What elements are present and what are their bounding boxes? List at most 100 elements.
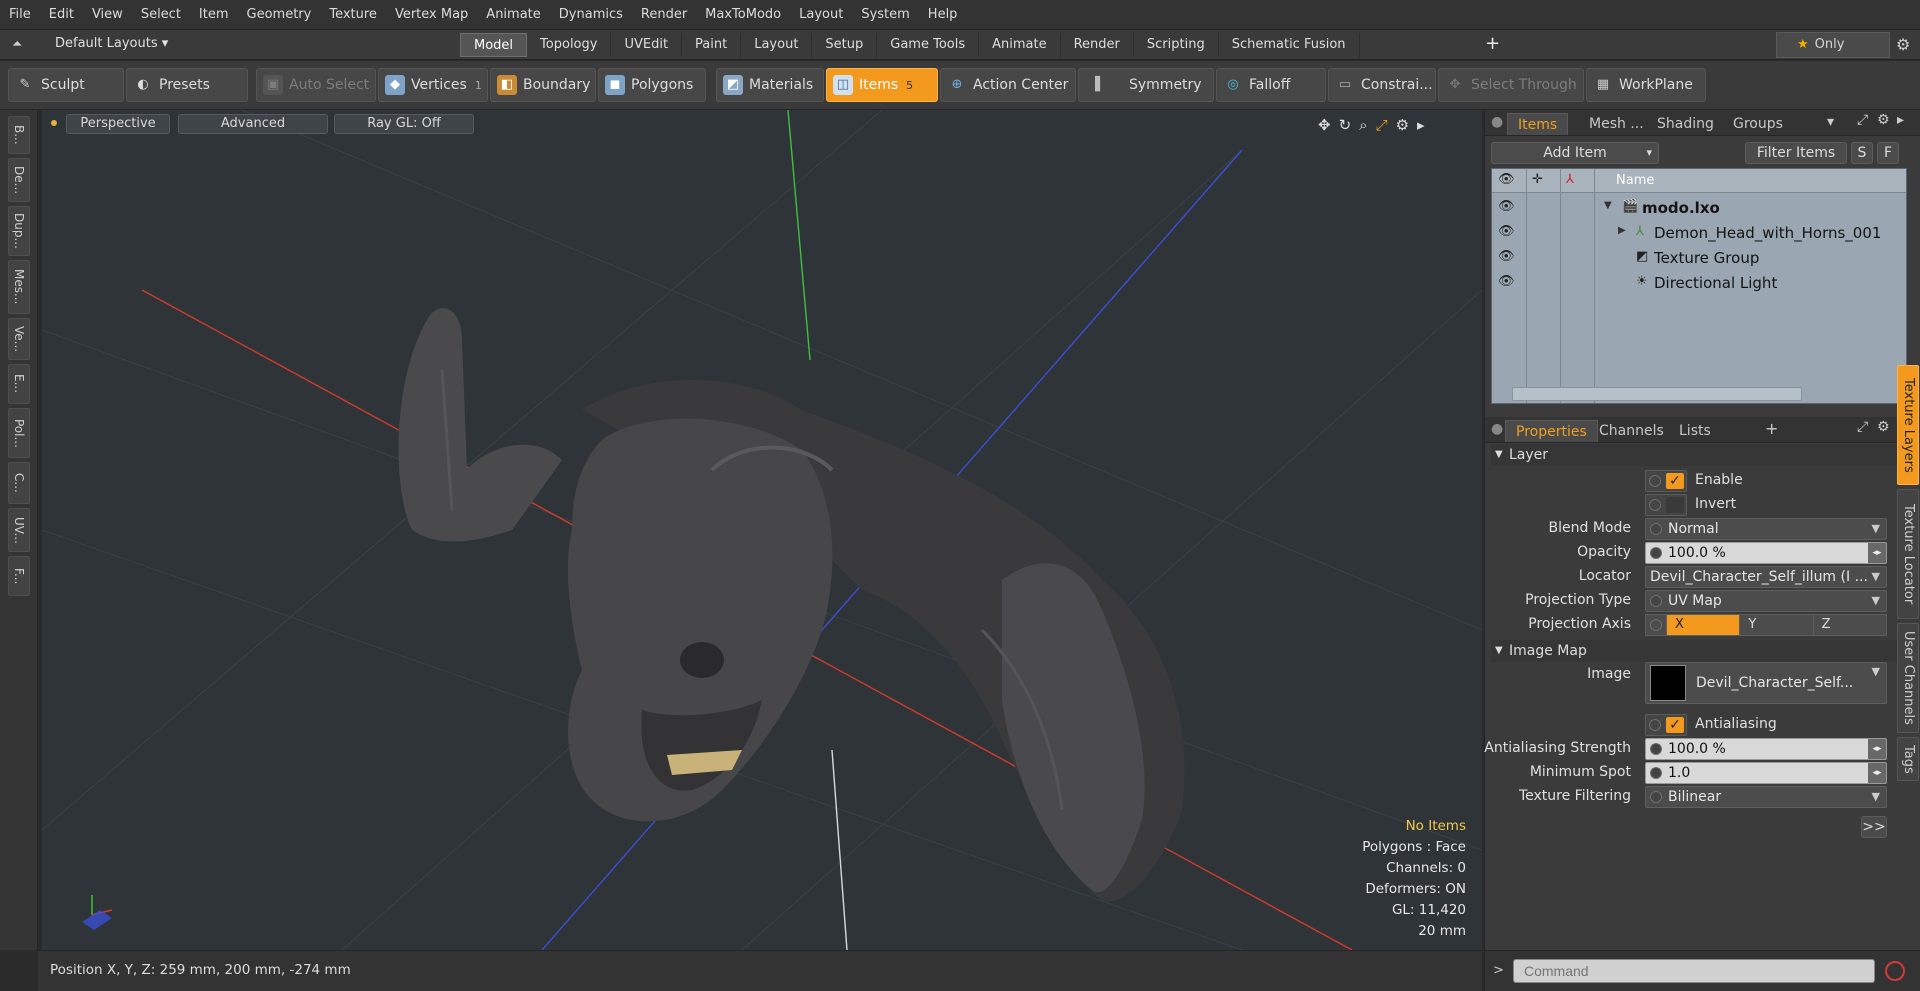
menu-texture[interactable]: Texture <box>320 0 386 30</box>
menu-edit[interactable]: Edit <box>40 0 83 30</box>
gear-icon[interactable]: ⚙ <box>1896 35 1910 54</box>
image-select[interactable]: Devil_Character_Self... ▼ <box>1645 662 1887 704</box>
left-tab-deform[interactable]: De... <box>8 158 30 202</box>
panel-maximize-icon[interactable]: ⤢ <box>1857 112 1868 128</box>
menu-dynamics[interactable]: Dynamics <box>550 0 632 30</box>
panel-options-icon[interactable]: ▸ <box>1897 112 1904 128</box>
visibility-eye-icon[interactable]: 👁 <box>1498 199 1515 214</box>
viewport-menu-arrow-icon[interactable]: ▸ <box>1417 116 1425 134</box>
stepper-icon[interactable]: ◂▸ <box>1868 763 1886 783</box>
left-tab-curve[interactable]: C... <box>8 462 30 504</box>
projection-type-select[interactable]: UV Map ▼ <box>1645 590 1887 612</box>
left-tab-polygon[interactable]: Pol... <box>8 408 30 458</box>
item-row-mesh[interactable]: 👁 ▶ ⅄ Demon_Head_with_Horns_001 <box>1492 220 1906 245</box>
side-tab-texture-locator[interactable]: Texture Locator <box>1897 489 1919 619</box>
left-tab-vertex[interactable]: Ve... <box>8 318 30 360</box>
rotate-icon[interactable]: ↻ <box>1339 116 1352 134</box>
auto-select-button[interactable]: ▣ Auto Select <box>256 68 376 102</box>
blend-mode-select[interactable]: Normal ▼ <box>1645 518 1887 540</box>
materials-button[interactable]: ◩ Materials <box>716 68 824 102</box>
enable-checkbox[interactable]: ✓ <box>1645 470 1687 492</box>
layouts-dropdown[interactable]: Default Layouts ▾ <box>55 36 168 51</box>
tab-properties[interactable]: Properties <box>1505 420 1598 442</box>
select-through-button[interactable]: ✥ Select Through <box>1438 68 1584 102</box>
viewport-gear-icon[interactable]: ⚙ <box>1396 116 1409 134</box>
item-row-scene[interactable]: 👁 ▼ 🎬 modo.lxo <box>1492 195 1906 220</box>
panel-gear-icon[interactable]: ⚙ <box>1877 112 1890 128</box>
stepper-icon[interactable]: ◂▸ <box>1868 739 1886 759</box>
raygl-dropdown[interactable]: Ray GL: Off <box>334 114 474 134</box>
perspective-dropdown[interactable]: Perspective <box>66 114 170 134</box>
collapse-arrow-icon[interactable]: ▼ <box>1604 200 1612 211</box>
locator-select[interactable]: Devil_Character_Self_illum (I ... ▼ <box>1645 566 1887 588</box>
add-item-button[interactable]: Add Item ▾ <box>1491 142 1659 164</box>
add-tab-button[interactable]: + <box>1485 33 1500 54</box>
menu-animate[interactable]: Animate <box>477 0 549 30</box>
add-tab-icon[interactable]: + <box>1765 419 1778 438</box>
polygons-button[interactable]: ◼ Polygons <box>598 68 706 102</box>
name-column-header[interactable]: Name <box>1616 173 1654 188</box>
visibility-eye-icon[interactable]: 👁 <box>1498 274 1515 289</box>
maximize-icon[interactable]: ⤢ <box>1376 116 1388 134</box>
sculpt-button[interactable]: ✎ Sculpt <box>8 68 124 102</box>
panel-gear-icon[interactable]: ⚙ <box>1877 419 1890 435</box>
expand-arrow-icon[interactable]: ▶ <box>1618 225 1626 236</box>
constraints-button[interactable]: ▭ Constrai... <box>1328 68 1436 102</box>
menu-item[interactable]: Item <box>190 0 238 30</box>
3d-viewport[interactable]: Perspective Advanced Ray GL: Off ✥ ↻ ⌕ ⤢… <box>42 110 1482 950</box>
menu-render[interactable]: Render <box>632 0 696 30</box>
record-macro-icon[interactable] <box>1885 961 1905 981</box>
tab-channels[interactable]: Channels <box>1589 420 1674 442</box>
menu-help[interactable]: Help <box>919 0 967 30</box>
left-tab-duplicate[interactable]: Dup... <box>8 206 30 256</box>
tab-scripting[interactable]: Scripting <box>1134 33 1219 57</box>
tab-model[interactable]: Model <box>460 33 528 57</box>
falloff-button[interactable]: ◎ Falloff <box>1216 68 1326 102</box>
stepper-icon[interactable]: ◂▸ <box>1868 543 1886 563</box>
left-tab-uv[interactable]: UV... <box>8 508 30 552</box>
antialiasing-checkbox[interactable]: ✓ <box>1645 714 1687 736</box>
menu-file[interactable]: File <box>0 0 40 30</box>
axis-x-button[interactable]: X <box>1666 615 1740 635</box>
layout-arrow-icon[interactable]: ⏶ <box>12 37 22 52</box>
viewport-canvas[interactable] <box>42 110 1482 950</box>
tab-shading[interactable]: Shading <box>1647 113 1724 135</box>
side-tab-tags[interactable]: Tags <box>1897 737 1919 781</box>
side-tab-texture-layers[interactable]: Texture Layers <box>1897 365 1919 485</box>
tab-items[interactable]: Items <box>1507 113 1569 135</box>
menu-view[interactable]: View <box>83 0 132 30</box>
menu-select[interactable]: Select <box>132 0 190 30</box>
menu-layout[interactable]: Layout <box>790 0 852 30</box>
tab-mesh[interactable]: Mesh ... <box>1579 113 1654 135</box>
visibility-eye-icon[interactable]: 👁 <box>1498 249 1515 264</box>
opacity-field[interactable]: 100.0 % ◂▸ <box>1645 542 1887 564</box>
boundary-button[interactable]: ◧ Boundary <box>490 68 596 102</box>
workplane-button[interactable]: ▦ WorkPlane <box>1586 68 1706 102</box>
tab-schematic-fusion[interactable]: Schematic Fusion <box>1219 33 1360 57</box>
item-row-texture-group[interactable]: 👁 ◩ Texture Group <box>1492 245 1906 270</box>
tex-filter-select[interactable]: Bilinear ▼ <box>1645 786 1887 808</box>
presets-button[interactable]: ◐ Presets <box>126 68 248 102</box>
aa-strength-field[interactable]: 100.0 % ◂▸ <box>1645 738 1887 760</box>
tab-topology[interactable]: Topology <box>527 33 612 57</box>
advanced-dropdown[interactable]: Advanced <box>178 114 328 134</box>
tab-render[interactable]: Render <box>1061 33 1134 57</box>
menu-maxtomodo[interactable]: MaxToModo <box>696 0 790 30</box>
tab-groups[interactable]: Groups <box>1723 113 1793 135</box>
menu-vertex-map[interactable]: Vertex Map <box>386 0 477 30</box>
tab-paint[interactable]: Paint <box>682 33 742 57</box>
axis-y-button[interactable]: Y <box>1739 615 1812 635</box>
filter-items-button[interactable]: Filter Items <box>1745 142 1847 164</box>
layer-section-header[interactable]: ▼ Layer <box>1491 444 1899 466</box>
menu-geometry[interactable]: Geometry <box>238 0 321 30</box>
command-input[interactable] <box>1513 959 1875 983</box>
tabs-more-icon[interactable]: ▾ <box>1827 114 1834 130</box>
action-center-button[interactable]: ⊕ Action Center <box>940 68 1076 102</box>
tab-layout[interactable]: Layout <box>741 33 813 57</box>
panel-maximize-icon[interactable]: ⤢ <box>1857 419 1868 435</box>
item-row-light[interactable]: 👁 ☀ Directional Light <box>1492 270 1906 295</box>
min-spot-field[interactable]: 1.0 ◂▸ <box>1645 762 1887 784</box>
only-button[interactable]: ★ Only <box>1776 32 1890 58</box>
demon-head-model[interactable] <box>398 308 1185 902</box>
horizontal-scrollbar[interactable] <box>1512 387 1802 401</box>
